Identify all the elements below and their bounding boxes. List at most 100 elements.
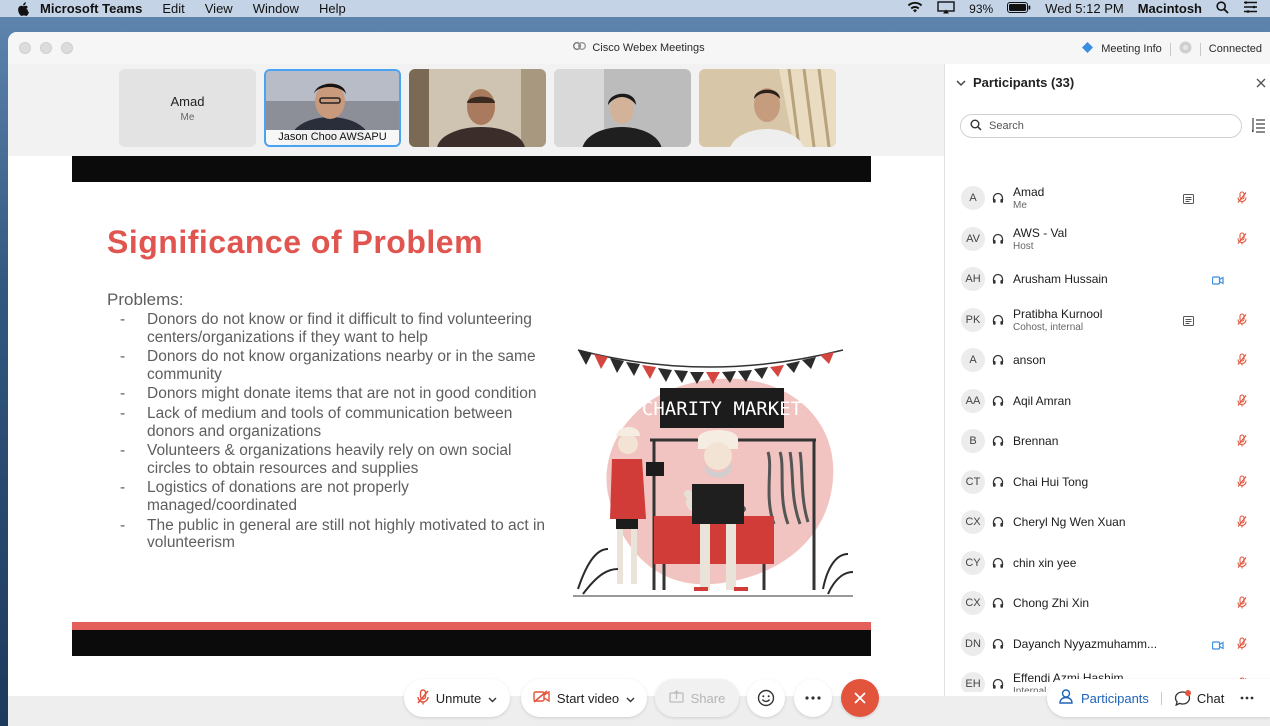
meeting-info-button[interactable]: Meeting Info bbox=[1101, 43, 1162, 55]
participant-row[interactable]: AV AWS - Val Host bbox=[945, 219, 1270, 260]
muted-mic-icon[interactable] bbox=[1237, 636, 1247, 653]
more-panels-button[interactable] bbox=[1236, 679, 1258, 717]
self-thumbnail[interactable]: Amad Me bbox=[119, 69, 256, 147]
participant-info: Arusham Hussain bbox=[1013, 272, 1108, 286]
notification-dot bbox=[1184, 690, 1191, 696]
menu-view[interactable]: View bbox=[205, 1, 233, 16]
participant-info: anson bbox=[1013, 353, 1046, 367]
participant-row[interactable]: CY chin xin yee bbox=[945, 543, 1270, 584]
participant-name: Pratibha Kurnool bbox=[1013, 306, 1103, 321]
muted-mic-icon[interactable] bbox=[1237, 515, 1247, 531]
participants-panel: Participants (33) Search A Amad Me AV AWS - … bbox=[944, 64, 1270, 696]
participant-name: Chong Zhi Xin bbox=[1013, 596, 1090, 611]
participant-avatar: B bbox=[961, 429, 985, 454]
participant-name: AWS - Val bbox=[1013, 225, 1068, 240]
participant-row[interactable]: CX Chong Zhi Xin bbox=[945, 583, 1270, 624]
smiley-icon bbox=[757, 689, 775, 707]
muted-mic-icon[interactable] bbox=[1237, 555, 1247, 572]
menu-edit[interactable]: Edit bbox=[162, 1, 184, 16]
participant-row[interactable]: A Amad Me bbox=[945, 178, 1270, 219]
control-center-icon[interactable] bbox=[1243, 1, 1258, 16]
people-icon bbox=[1059, 689, 1075, 707]
user-name[interactable]: Macintosh bbox=[1138, 1, 1202, 16]
slide-top-band bbox=[72, 156, 871, 182]
share-button[interactable]: Share bbox=[655, 679, 739, 717]
participant-list: A Amad Me AV AWS - Val Host AH Arusham Hussain P… bbox=[945, 178, 1270, 692]
webex-window: Cisco Webex Meetings Meeting Info Connec… bbox=[8, 32, 1270, 726]
battery-icon[interactable] bbox=[1007, 1, 1031, 16]
headset-icon bbox=[992, 395, 1004, 407]
participant-row[interactable]: PK Pratibha Kurnool Cohost, internal bbox=[945, 300, 1270, 341]
participant-row[interactable]: DN Dayanch Nyyazmuhamm... bbox=[945, 624, 1270, 665]
muted-mic-icon[interactable] bbox=[1237, 191, 1247, 207]
reactions-button[interactable] bbox=[747, 679, 785, 717]
participant-name: Dayanch Nyyazmuhamm... bbox=[1013, 636, 1158, 651]
participants-header[interactable]: Participants (33) bbox=[956, 75, 1074, 90]
close-panel-icon[interactable] bbox=[1256, 75, 1266, 91]
chevron-down-icon[interactable] bbox=[488, 691, 497, 706]
slide-title: Significance of Problem bbox=[107, 224, 484, 260]
menu-help[interactable]: Help bbox=[319, 1, 346, 16]
participants-toggle-button[interactable]: Participants bbox=[1047, 679, 1161, 717]
leave-meeting-button[interactable] bbox=[841, 679, 879, 717]
participant-thumbnail[interactable] bbox=[554, 69, 691, 147]
menu-app-name[interactable]: Microsoft Teams bbox=[40, 1, 142, 16]
spotlight-search-icon[interactable] bbox=[1216, 0, 1229, 17]
meeting-stage: Amad Me Jason Choo AWSAPU Significance o… bbox=[8, 64, 944, 696]
participant-row[interactable]: CT Chai Hui Tong bbox=[945, 462, 1270, 503]
participant-thumbnail[interactable] bbox=[409, 69, 546, 147]
self-name: Amad bbox=[170, 93, 205, 109]
meeting-info-icon[interactable] bbox=[1082, 42, 1094, 56]
participant-row[interactable]: AA Aqil Amran bbox=[945, 381, 1270, 422]
participant-role: Me bbox=[1013, 200, 1027, 212]
muted-mic-icon[interactable] bbox=[1237, 596, 1247, 612]
participant-avatar: EH bbox=[961, 672, 985, 692]
chevron-down-icon[interactable] bbox=[626, 691, 635, 706]
participant-info: Dayanch Nyyazmuhamm... bbox=[1013, 637, 1157, 651]
chat-icon bbox=[1174, 690, 1191, 707]
start-video-label: Start video bbox=[556, 690, 620, 706]
participant-row[interactable]: CX Cheryl Ng Wen Xuan bbox=[945, 502, 1270, 543]
chevron-down-icon[interactable] bbox=[956, 75, 966, 90]
muted-mic-icon[interactable] bbox=[1237, 474, 1247, 491]
wifi-icon[interactable] bbox=[907, 1, 923, 16]
participant-avatar: PK bbox=[961, 307, 985, 332]
search-icon bbox=[970, 119, 982, 134]
more-options-button[interactable] bbox=[794, 679, 832, 717]
unmute-button[interactable]: Unmute bbox=[404, 679, 510, 717]
participant-row[interactable]: Aanson bbox=[945, 340, 1270, 381]
mac-menubar: Microsoft Teams Edit View Window Help 93… bbox=[0, 0, 1270, 17]
muted-mic-icon[interactable] bbox=[1237, 434, 1247, 450]
sort-list-icon[interactable] bbox=[1251, 117, 1266, 136]
menu-window[interactable]: Window bbox=[253, 1, 299, 16]
window-title: Cisco Webex Meetings bbox=[592, 41, 705, 54]
participants-toggle-label: Participants bbox=[1081, 690, 1149, 706]
muted-mic-icon[interactable] bbox=[1237, 353, 1247, 369]
video-off-icon bbox=[533, 690, 550, 706]
meeting-controls-bar: Unmute Start video Share Participants Ch… bbox=[8, 679, 1270, 726]
participant-thumbnail[interactable] bbox=[699, 69, 836, 147]
participant-name: Aqil Amran bbox=[1013, 393, 1072, 408]
muted-mic-icon[interactable] bbox=[1237, 231, 1247, 248]
headset-icon bbox=[992, 476, 1004, 488]
airplay-icon[interactable] bbox=[937, 0, 955, 17]
video-feed bbox=[409, 69, 546, 147]
slide-content: Significance of Problem Problems: Donors… bbox=[72, 156, 871, 696]
participant-name: chin xin yee bbox=[1013, 555, 1077, 570]
clock[interactable]: Wed 5:12 PM bbox=[1045, 1, 1124, 16]
participant-row[interactable]: AH Arusham Hussain bbox=[945, 259, 1270, 300]
chat-toggle-button[interactable]: Chat bbox=[1162, 679, 1236, 717]
start-video-button[interactable]: Start video bbox=[521, 679, 647, 717]
muted-mic-icon[interactable] bbox=[1237, 393, 1247, 410]
title-bar: Cisco Webex Meetings Meeting Info Connec… bbox=[8, 32, 1270, 64]
muted-mic-icon[interactable] bbox=[1237, 312, 1247, 329]
headset-icon bbox=[992, 557, 1004, 569]
apple-icon[interactable] bbox=[16, 1, 30, 16]
slide-bullet-list: Donors do not know or find it difficult … bbox=[120, 311, 550, 554]
participant-name: Arusham Hussain bbox=[1013, 272, 1108, 287]
active-speaker-thumbnail[interactable]: Jason Choo AWSAPU bbox=[264, 69, 401, 147]
slide-bullet: Volunteers & organizations heavily rely … bbox=[120, 442, 550, 477]
participant-row[interactable]: B Brennan bbox=[945, 421, 1270, 462]
divider bbox=[1169, 42, 1171, 56]
participant-search[interactable]: Search bbox=[960, 114, 1242, 138]
